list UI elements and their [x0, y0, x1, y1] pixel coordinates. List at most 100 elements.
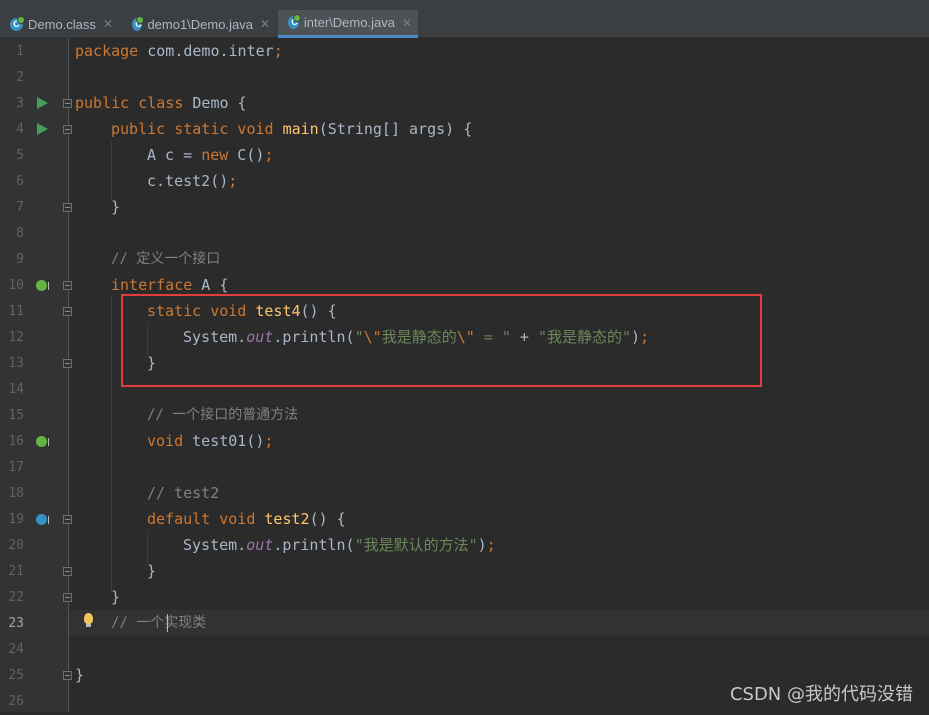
overridden-icon[interactable]	[36, 514, 49, 525]
fold-icon[interactable]	[63, 281, 72, 290]
tab-demo-class[interactable]: C Demo.class ✕	[0, 10, 120, 38]
line-number: 19	[8, 512, 24, 527]
tab-label: demo1\Demo.java	[147, 16, 253, 32]
fold-icon[interactable]	[63, 593, 72, 602]
line-number: 18	[8, 486, 24, 501]
params: () {	[309, 510, 346, 528]
line-number: 21	[8, 564, 24, 579]
semicolon: ;	[228, 172, 238, 190]
line-number: 3	[16, 96, 24, 111]
tab-label: inter\Demo.java	[303, 15, 395, 30]
method-name: main	[282, 120, 319, 138]
line-number: 2	[16, 70, 24, 85]
line-number: 4	[16, 122, 24, 137]
fold-icon[interactable]	[63, 125, 72, 134]
line-number: 25	[8, 668, 24, 683]
static-field: out	[246, 536, 274, 554]
code-line-20: System.out.println("我是默认的方法");	[183, 532, 496, 558]
code-line-22: }	[111, 584, 120, 610]
params: (String[] args) {	[318, 120, 473, 138]
line-number: 1	[16, 44, 24, 59]
fold-icon[interactable]	[63, 671, 72, 680]
brace: }	[111, 198, 121, 216]
line-number: 5	[16, 148, 24, 163]
line-number: 26	[8, 694, 24, 709]
line-number: 6	[16, 174, 24, 189]
semicolon: ;	[264, 432, 274, 450]
implemented-icon[interactable]	[36, 280, 49, 291]
watermark: CSDN @我的代码没错	[729, 684, 913, 705]
close-icon[interactable]: ✕	[260, 17, 270, 31]
line-number: 15	[8, 408, 24, 423]
code-text: )	[477, 536, 487, 554]
line-number: 7	[16, 200, 24, 215]
code-line-3: public class Demo {	[75, 90, 247, 116]
fold-icon[interactable]	[63, 203, 72, 212]
brace: }	[111, 588, 121, 606]
tab-inter-demo-java[interactable]: C inter\Demo.java ✕	[278, 10, 418, 38]
brace: }	[75, 666, 85, 684]
line-number: 11	[8, 304, 24, 319]
code-text: .println(	[273, 536, 355, 554]
line-number: 16	[8, 434, 24, 449]
highlight-annotation-box	[121, 294, 762, 387]
tab-demo1-demo-java[interactable]: C demo1\Demo.java ✕	[122, 10, 276, 38]
code-text: C()	[228, 146, 265, 164]
comment: // 一个	[111, 615, 165, 631]
method-name: test2	[264, 510, 310, 528]
code-line-6: c.test2();	[147, 168, 237, 194]
line-number: 12	[8, 330, 24, 345]
keyword: new	[201, 146, 229, 164]
semicolon: ;	[486, 536, 496, 554]
fold-icon[interactable]	[63, 99, 72, 108]
semicolon: ;	[273, 42, 283, 60]
comment: // 定义一个接口	[111, 251, 221, 267]
java-class-icon: C	[288, 14, 301, 29]
code-text: System.	[183, 536, 247, 554]
indent-guide	[111, 296, 112, 592]
fold-icon[interactable]	[63, 307, 72, 316]
line-number-current: 23	[8, 616, 24, 631]
code-text: c.test2()	[147, 172, 229, 190]
line-number: 13	[8, 356, 24, 371]
comment: // 一个接口的普通方法	[147, 407, 299, 423]
code-line-5: A c = new C();	[147, 142, 273, 168]
editor-tab-bar: C Demo.class ✕ C demo1\Demo.java ✕ C int…	[0, 0, 929, 38]
code-line-25: }	[75, 662, 84, 688]
run-class-icon[interactable]	[37, 97, 48, 109]
interface-name: A {	[192, 276, 229, 294]
tab-label: Demo.class	[28, 16, 96, 32]
code-line-1: package com.demo.inter;	[75, 38, 283, 64]
implemented-icon[interactable]	[36, 436, 49, 447]
line-number: 22	[8, 590, 24, 605]
brace: }	[147, 562, 157, 580]
method-name: test01	[192, 432, 247, 450]
class-file-icon: C	[10, 15, 25, 31]
line-number: 10	[8, 278, 24, 293]
fold-icon[interactable]	[63, 515, 72, 524]
line-number: 8	[16, 226, 24, 241]
code-line-18: // test2	[147, 480, 219, 506]
close-icon[interactable]: ✕	[103, 17, 113, 31]
fold-icon[interactable]	[63, 359, 72, 368]
keyword: public class	[75, 94, 184, 112]
code-line-15: // 一个接口的普通方法	[147, 402, 298, 428]
code-line-16: void test01();	[147, 428, 273, 454]
keyword: void	[147, 432, 184, 450]
text-caret	[167, 614, 168, 632]
java-class-icon: C	[132, 15, 145, 31]
line-number: 9	[16, 252, 24, 267]
params: ()	[246, 432, 265, 450]
line-number: 14	[8, 382, 24, 397]
string: "我是默认的方法"	[354, 536, 478, 554]
lightbulb-icon[interactable]	[84, 613, 93, 627]
code-line-23: // 一个实现类	[111, 610, 206, 636]
close-icon[interactable]: ✕	[402, 16, 412, 30]
indent-guide	[111, 140, 112, 200]
code-line-9: // 定义一个接口	[111, 246, 220, 272]
comment: // test2	[147, 484, 220, 502]
code-line-19: default void test2() {	[147, 506, 346, 532]
fold-icon[interactable]	[63, 567, 72, 576]
run-main-icon[interactable]	[37, 123, 48, 135]
code-line-4: public static void main(String[] args) {	[111, 116, 472, 142]
